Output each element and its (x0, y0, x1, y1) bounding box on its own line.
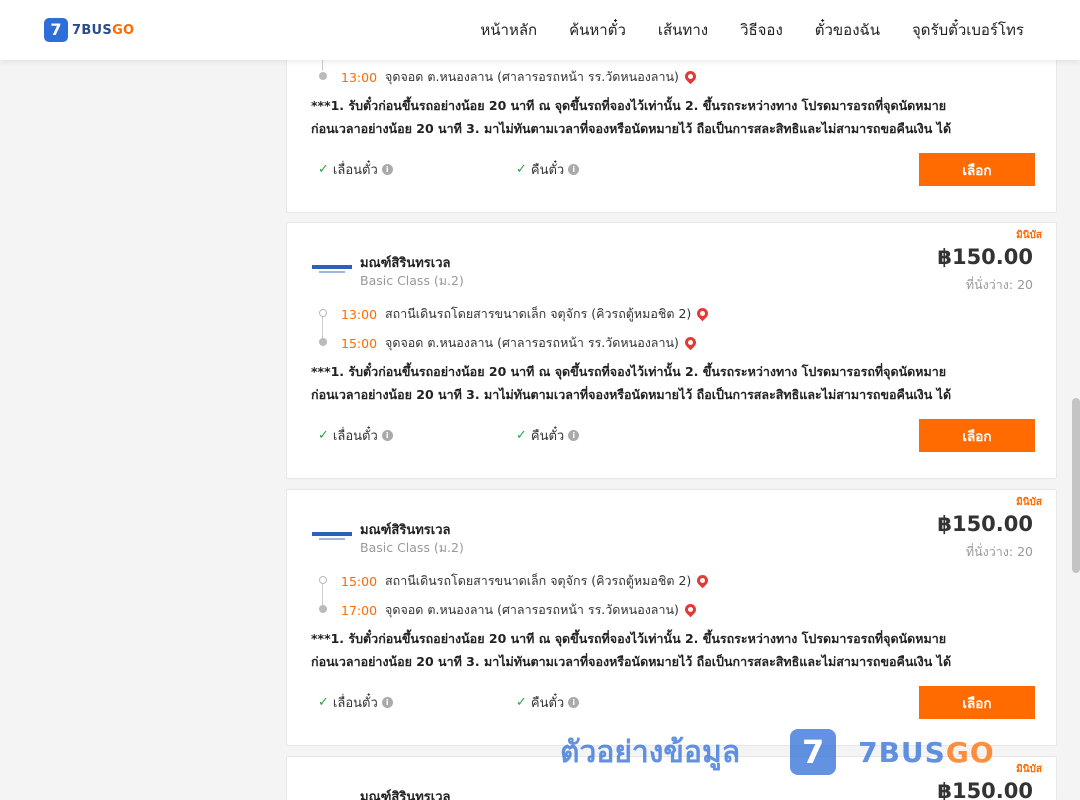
logo-icon: 7 (44, 18, 68, 42)
seats-available: ที่นั่งว่าง: 20 (965, 544, 1033, 559)
watermark-text: ตัวอย่างข้อมูล (560, 734, 741, 770)
nav-my-tickets[interactable]: ตั๋วของฉัน (815, 18, 880, 42)
check-icon: ✓ (318, 695, 329, 710)
arrival-dot (319, 605, 327, 613)
vehicle-type-badge: มินิบัส (1016, 764, 1042, 775)
arrival-place: จุดจอด ต.หนองลาน (ศาลารอรถหน้า รร.วัดหนอ… (385, 335, 679, 350)
check-icon: ✓ (516, 428, 527, 443)
operator-name: มณฑ์สิรินทรเวล (360, 523, 451, 538)
map-pin-icon[interactable] (695, 305, 711, 321)
departure-time: 15:00 (341, 573, 378, 589)
trip-card: มินิบัส มณฑ์สิรินทรเวล Basic Class (ม.2)… (286, 489, 1057, 746)
check-icon: ✓ (318, 428, 329, 443)
arrival-stop: 15:00 จุดจอด ต.หนองลาน (ศาลารอรถหน้า รร.… (319, 333, 699, 353)
reschedule-option[interactable]: ✓ เลื่อนตั๋ว i (318, 159, 393, 180)
ticket-price: ฿150.00 (937, 512, 1033, 536)
departure-place: สถานีเดินรถโดยสารขนาดเล็ก จตุจักร (คิวรถ… (385, 306, 692, 321)
nav-routes[interactable]: เส้นทาง (658, 18, 708, 42)
departure-stop: 13:00 สถานีเดินรถโดยสารขนาดเล็ก จตุจักร … (319, 304, 711, 324)
info-icon[interactable]: i (568, 697, 580, 708)
select-button[interactable]: เลือก (919, 153, 1035, 186)
top-navbar: 7 7BUSGO หน้าหลัก ค้นหาตั๋ว เส้นทาง วิธี… (0, 0, 1080, 60)
trip-note: ***1. รับตั๋วก่อนขึ้นรถอย่างน้อย 20 นาที… (311, 364, 952, 402)
arrival-dot (319, 72, 327, 80)
map-pin-icon[interactable] (682, 68, 699, 84)
check-icon: ✓ (516, 162, 527, 177)
watermark-logo-icon: 7 (790, 729, 837, 775)
arrival-time: 13:00 (341, 69, 378, 85)
check-icon: ✓ (516, 695, 527, 710)
arrival-time: 15:00 (341, 335, 378, 351)
operator-name: มณฑ์สิรินทรเวล (360, 256, 451, 271)
trip-note: ***1. รับตั๋วก่อนขึ้นรถอย่างน้อย 20 นาที… (311, 98, 952, 136)
main-nav: หน้าหลัก ค้นหาตั๋ว เส้นทาง วิธีจอง ตั๋วข… (480, 0, 1024, 60)
seats-available: ที่นั่งว่าง: 20 (965, 277, 1033, 292)
departure-stop: 15:00 สถานีเดินรถโดยสารขนาดเล็ก จตุจักร … (319, 571, 711, 591)
select-button[interactable]: เลือก (919, 686, 1035, 719)
arrival-stop: 13:00 จุดจอด ต.หนองลาน (ศาลารอรถหน้า รร.… (319, 67, 699, 87)
departure-time: 13:00 (341, 306, 378, 322)
refund-option[interactable]: ✓ คืนตั๋ว i (516, 425, 580, 446)
vehicle-type-badge: มินิบัส (1016, 230, 1042, 241)
reschedule-option[interactable]: ✓ เลื่อนตั๋ว i (318, 425, 393, 446)
map-pin-icon[interactable] (695, 572, 711, 588)
arrival-place: จุดจอด ต.หนองลาน (ศาลารอรถหน้า รร.วัดหนอ… (385, 69, 679, 84)
sample-data-watermark: ตัวอย่างข้อมูล 7 7BUSGO (560, 726, 995, 778)
trip-note: ***1. รับตั๋วก่อนขึ้นรถอย่างน้อย 20 นาที… (311, 631, 952, 669)
logo-text: 7BUSGO (72, 22, 135, 38)
vehicle-type-badge: มินิบัส (1016, 497, 1042, 508)
arrival-place: จุดจอด ต.หนองลาน (ศาลารอรถหน้า รร.วัดหนอ… (385, 602, 679, 617)
trip-card: มินิบัส มณฑ์สิรินทรเวล Basic Class (ม.2)… (286, 222, 1057, 479)
nav-pickup-phone[interactable]: จุดรับตั๋วเบอร์โทร (912, 18, 1024, 42)
nav-search-ticket[interactable]: ค้นหาตั๋ว (569, 18, 626, 42)
reschedule-option[interactable]: ✓ เลื่อนตั๋ว i (318, 692, 393, 713)
operator-logo (312, 532, 352, 542)
map-pin-icon[interactable] (682, 334, 699, 350)
watermark-brand: 7BUSGO (858, 735, 995, 769)
departure-place: สถานีเดินรถโดยสารขนาดเล็ก จตุจักร (คิวรถ… (385, 573, 692, 588)
map-pin-icon[interactable] (682, 601, 699, 617)
info-icon[interactable]: i (568, 430, 580, 441)
info-icon[interactable]: i (381, 430, 393, 441)
info-icon[interactable]: i (381, 164, 393, 175)
info-icon[interactable]: i (568, 164, 580, 175)
bus-class: Basic Class (ม.2) (360, 273, 464, 288)
operator-name: มณฑ์สิรินทรเวล (360, 790, 451, 800)
arrival-time: 17:00 (341, 602, 378, 618)
arrival-stop: 17:00 จุดจอด ต.หนองลาน (ศาลารอรถหน้า รร.… (319, 600, 699, 620)
info-icon[interactable]: i (381, 697, 393, 708)
operator-logo (312, 265, 352, 275)
bus-class: Basic Class (ม.2) (360, 540, 464, 555)
page-scrollbar[interactable] (1072, 398, 1080, 573)
departure-dot (319, 576, 327, 584)
site-logo[interactable]: 7 7BUSGO (44, 18, 134, 42)
ticket-price: ฿150.00 (937, 245, 1033, 269)
refund-option[interactable]: ✓ คืนตั๋ว i (516, 692, 580, 713)
arrival-dot (319, 338, 327, 346)
departure-dot (319, 309, 327, 317)
select-button[interactable]: เลือก (919, 419, 1035, 452)
refund-option[interactable]: ✓ คืนตั๋ว i (516, 159, 580, 180)
check-icon: ✓ (318, 162, 329, 177)
nav-how-to-book[interactable]: วิธีจอง (740, 18, 783, 42)
ticket-price: ฿150.00 (937, 779, 1033, 800)
nav-home[interactable]: หน้าหลัก (480, 18, 537, 42)
